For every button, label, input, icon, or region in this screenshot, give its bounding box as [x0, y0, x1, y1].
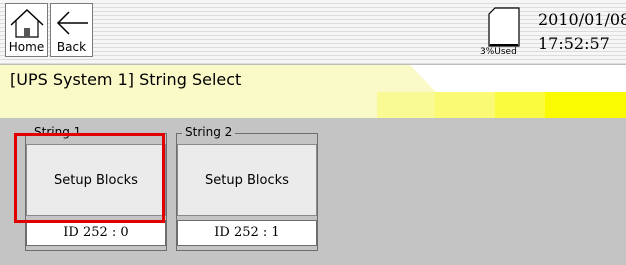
date-display: 2010/01/08: [538, 10, 626, 29]
gradient-stripe: [545, 92, 626, 118]
string-2-legend: String 2: [182, 125, 236, 139]
gradient-stripe: [435, 92, 495, 118]
gradient-stripe: [495, 92, 545, 118]
string-1-legend: String 1: [31, 125, 85, 139]
back-arrow-icon: [56, 11, 88, 35]
gradient-stripe: [0, 92, 377, 118]
back-button[interactable]: Back: [50, 3, 93, 57]
setup-blocks-button-1[interactable]: Setup Blocks: [26, 144, 166, 216]
title-band: [UPS System 1] String Select: [0, 65, 626, 118]
storage-used-label: 3%Used: [480, 47, 517, 57]
home-button[interactable]: Home: [5, 3, 48, 57]
gradient-stripe: [377, 92, 435, 118]
string-select-panel: String 1 Setup Blocks ID 252 : 0 String …: [0, 118, 626, 265]
home-icon: [10, 8, 44, 38]
back-label: Back: [56, 40, 87, 54]
toolbar: Home Back 3%Used 2010/01/08 17:52:57: [0, 0, 626, 65]
setup-blocks-button-2[interactable]: Setup Blocks: [177, 144, 317, 216]
string-group-2: String 2 Setup Blocks ID 252 : 1: [176, 125, 318, 251]
string-group-1: String 1 Setup Blocks ID 252 : 0: [25, 125, 167, 251]
page-title: [UPS System 1] String Select: [10, 70, 242, 89]
time-display: 17:52:57: [538, 34, 610, 53]
string-2-id: ID 252 : 1: [177, 220, 317, 246]
home-label: Home: [8, 40, 45, 54]
string-1-id: ID 252 : 0: [26, 220, 166, 246]
